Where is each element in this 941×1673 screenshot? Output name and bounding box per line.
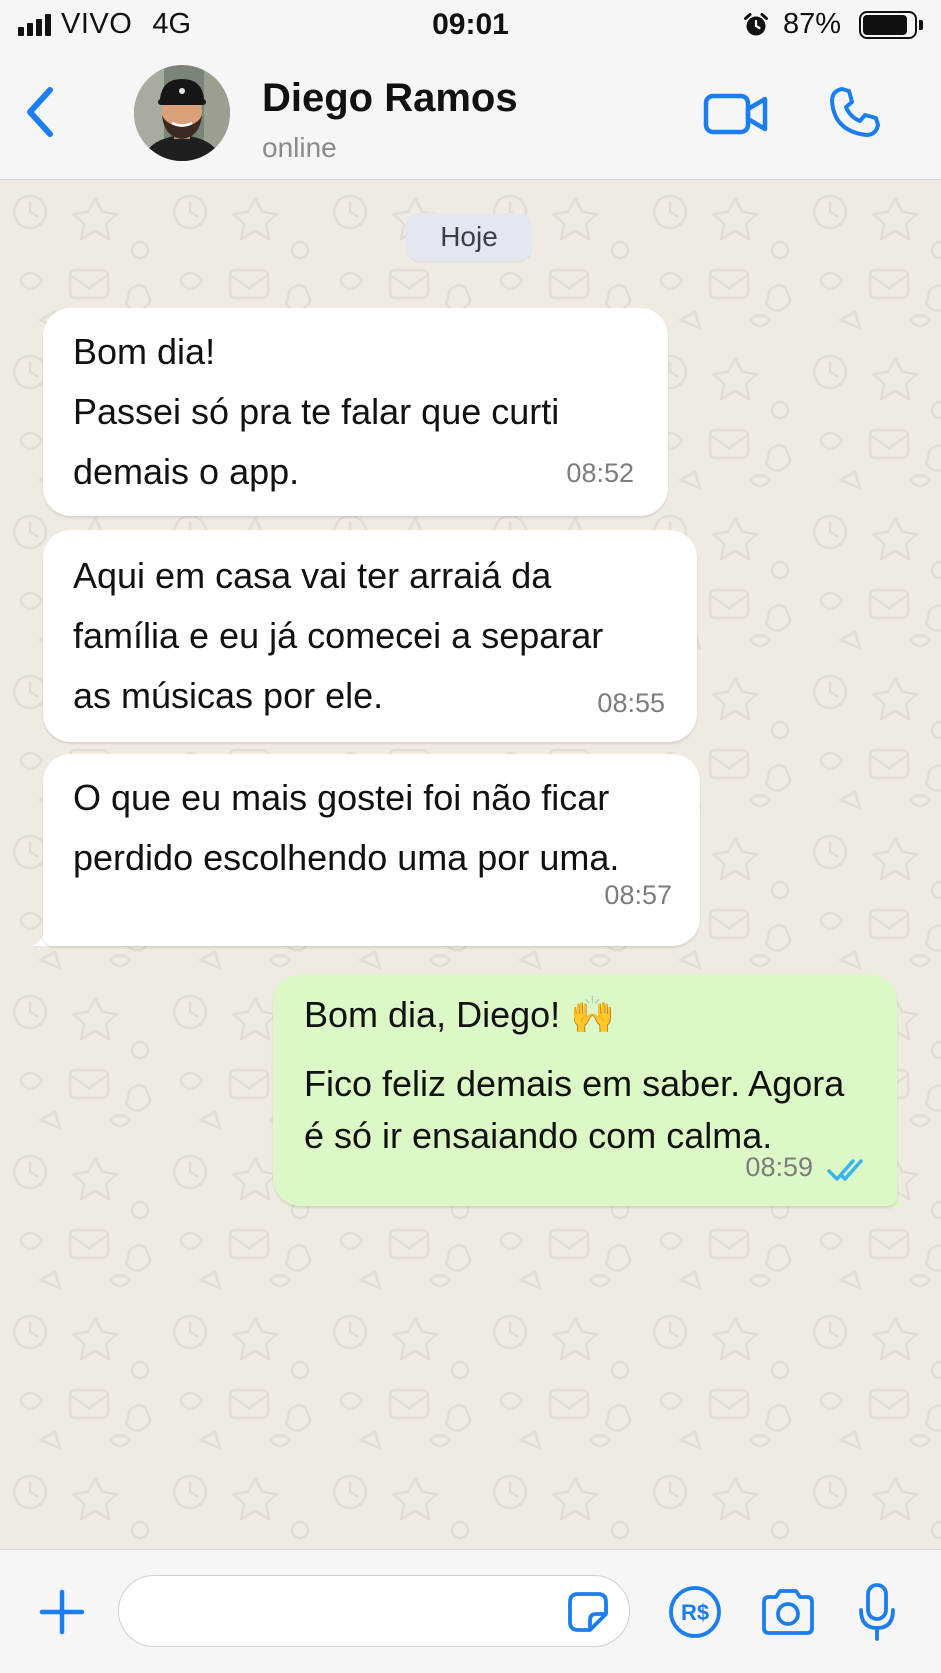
message-line: demais o app. [73, 451, 300, 492]
avatar[interactable] [134, 65, 230, 161]
message-line: O que eu mais gostei foi não ficar [73, 777, 610, 818]
message-time: 08:59 [745, 1152, 813, 1182]
message-line: família e eu já comecei a separar [73, 615, 604, 656]
plus-icon[interactable] [38, 1588, 86, 1636]
incoming-message[interactable]: Bom dia! Passei só pra te falar que curt… [43, 308, 668, 516]
phone-icon[interactable] [828, 85, 882, 139]
message-text: Fico feliz demais em saber. Agora é só i… [304, 1058, 844, 1162]
sticker-icon[interactable] [566, 1590, 610, 1634]
message-input[interactable] [118, 1575, 630, 1647]
message-line: Bom dia, Diego! 🙌 [304, 994, 615, 1035]
message-line: Passei só pra te falar que curti [73, 391, 560, 432]
message-text: Bom dia! Passei só pra te falar que curt… [73, 322, 559, 502]
chat-header: Diego Ramos online [0, 52, 941, 180]
message-line: as músicas por ele. [73, 675, 384, 716]
double-check-icon [827, 1159, 863, 1181]
status-bar: VIVO 4G 09:01 87% [0, 0, 941, 52]
status-right: 87% [743, 8, 923, 41]
message-time: 08:57 [604, 880, 672, 910]
pay-label: R$ [681, 1600, 709, 1625]
composer-bar: R$ [0, 1549, 941, 1673]
microphone-icon[interactable] [858, 1582, 896, 1642]
alarm-icon [743, 12, 768, 35]
chat-area[interactable]: Hoje Bom dia! Passei só pra te falar que… [0, 180, 941, 1548]
message-line: perdido escolhendo uma por uma. [73, 837, 620, 878]
back-chevron-icon[interactable] [20, 82, 60, 142]
video-camera-icon[interactable] [703, 90, 769, 138]
message-text: Aqui em casa vai ter arraiá da família e… [73, 546, 603, 726]
incoming-message[interactable]: O que eu mais gostei foi não ficar perdi… [43, 754, 700, 946]
pay-icon[interactable]: R$ [668, 1585, 722, 1639]
battery-level [863, 14, 907, 35]
battery-icon [859, 10, 923, 39]
message-line: Aqui em casa vai ter arraiá da [73, 555, 552, 596]
message-line: Fico feliz demais em saber. Agora [304, 1063, 845, 1104]
date-separator: Hoje [406, 213, 532, 261]
camera-icon[interactable] [760, 1588, 816, 1636]
message-line: Bom dia! [73, 331, 216, 372]
message-time: 08:52 [566, 458, 634, 488]
incoming-message[interactable]: Aqui em casa vai ter arraiá da família e… [43, 530, 697, 742]
message-time: 08:55 [597, 688, 665, 718]
contact-name[interactable]: Diego Ramos [262, 76, 518, 121]
outgoing-message[interactable]: Bom dia, Diego! 🙌 Fico feliz demais em s… [273, 974, 897, 1206]
message-text: O que eu mais gostei foi não ficar perdi… [73, 768, 619, 888]
contact-status: online [262, 132, 337, 163]
battery-percent: 87% [782, 8, 841, 40]
